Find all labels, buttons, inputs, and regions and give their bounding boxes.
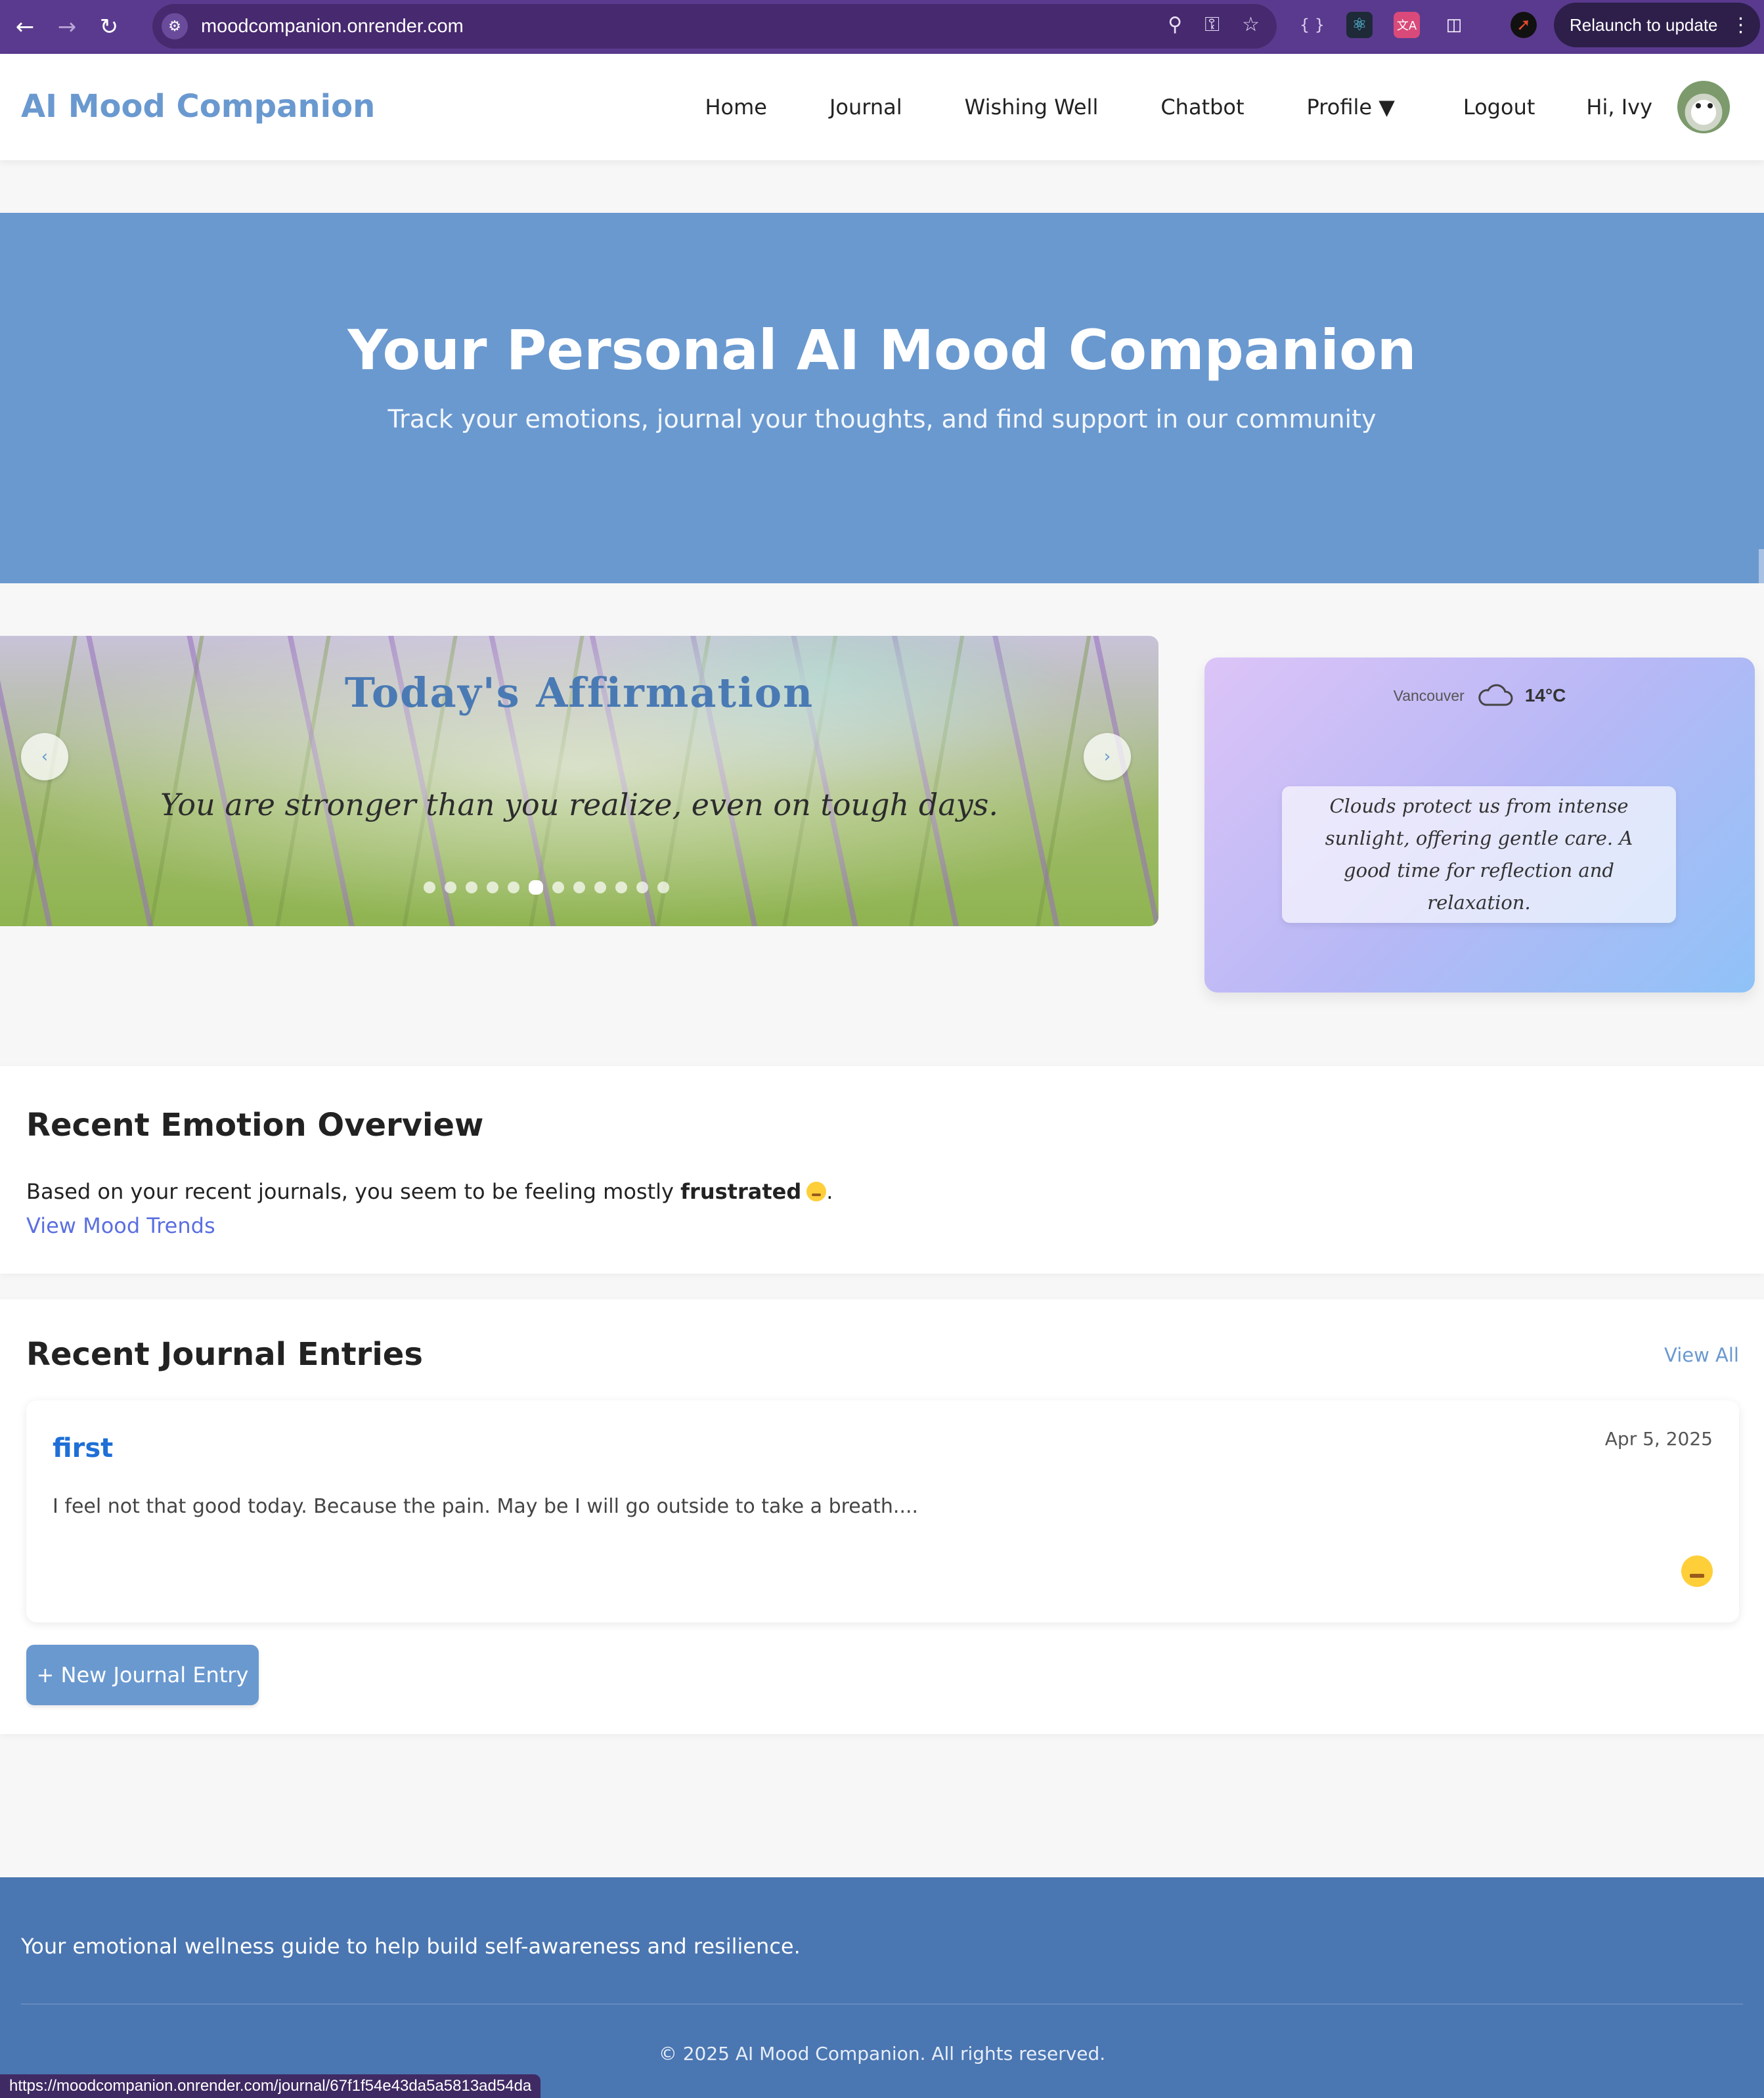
forward-icon[interactable]: → — [50, 10, 84, 44]
carousel-dot[interactable] — [594, 882, 606, 893]
emotion-overview-section: Recent Emotion Overview Based on your re… — [0, 1066, 1764, 1274]
carousel-dots — [0, 880, 1158, 895]
carousel-dot[interactable] — [508, 882, 519, 893]
translate-extension-icon[interactable]: 文A — [1394, 12, 1420, 38]
nav-chatbot[interactable]: Chatbot — [1160, 95, 1244, 120]
nav-wishing-well[interactable]: Wishing Well — [965, 95, 1099, 120]
avatar-eye-right — [1708, 103, 1713, 108]
view-mood-trends-link[interactable]: View Mood Trends — [26, 1213, 215, 1238]
reload-icon[interactable]: ↻ — [92, 10, 126, 44]
carousel-dot[interactable] — [552, 882, 564, 893]
footer-tagline: Your emotional wellness guide to help bu… — [21, 1934, 801, 1959]
carousel-prev-button[interactable]: ‹ — [21, 733, 68, 780]
nav-journal[interactable]: Journal — [829, 95, 902, 120]
link-status-bar: https://moodcompanion.onrender.com/journ… — [0, 2074, 541, 2098]
view-all-link[interactable]: View All — [1664, 1344, 1739, 1366]
back-icon[interactable]: ← — [8, 10, 42, 44]
address-bar[interactable]: ⚙ moodcompanion.onrender.com ⚲ ⚿ ☆ — [152, 4, 1277, 49]
location-icon[interactable]: ⚲ — [1168, 13, 1182, 36]
carousel-next-button[interactable]: › — [1084, 733, 1131, 780]
extensions-puzzle-icon[interactable]: ◫ — [1441, 12, 1467, 38]
carousel-dot[interactable] — [657, 882, 669, 893]
react-devtools-icon[interactable]: ⚛ — [1346, 12, 1373, 38]
scrollbar-thumb[interactable] — [1759, 549, 1764, 583]
carousel-dot[interactable] — [424, 882, 435, 893]
relaunch-button[interactable]: Relaunch to update ⋮ — [1554, 3, 1760, 47]
carousel-dot[interactable] — [487, 882, 498, 893]
weather-header: Vancouver 14°C — [1204, 682, 1755, 709]
weather-message: Clouds protect us from intense sunlight,… — [1282, 786, 1676, 923]
cloud-icon — [1478, 684, 1513, 706]
nav-profile-dropdown[interactable]: Profile ▼ — [1307, 95, 1395, 120]
dominant-emotion: frustrated — [680, 1179, 802, 1204]
avatar-eye-left — [1696, 103, 1701, 108]
weather-card: Vancouver 14°C Clouds protect us from in… — [1204, 658, 1755, 993]
journal-section-title: Recent Journal Entries — [26, 1336, 423, 1373]
affirmation-text: You are stronger than you realize, even … — [160, 787, 998, 822]
nav-links: Home Journal Wishing Well Chatbot Profil… — [705, 54, 1764, 160]
entry-excerpt: I feel not that good today. Because the … — [53, 1495, 919, 1518]
browser-menu-icon[interactable]: ⋮ — [1731, 14, 1751, 37]
address-url[interactable]: moodcompanion.onrender.com — [201, 16, 464, 37]
frustrated-face-icon — [1681, 1555, 1713, 1587]
carousel-dot[interactable] — [445, 882, 456, 893]
json-extension-icon[interactable]: { } — [1299, 12, 1325, 38]
site-footer: Your emotional wellness guide to help bu… — [0, 1877, 1764, 2098]
entry-title[interactable]: first — [53, 1433, 113, 1463]
affirmation-carousel: Today's Affirmation You are stronger tha… — [0, 636, 1158, 926]
hero-subtitle: Track your emotions, journal your though… — [387, 405, 1377, 434]
frustrated-face-icon — [806, 1182, 827, 1201]
weather-temperature: 14°C — [1524, 685, 1566, 705]
emotion-summary-end: . — [826, 1179, 833, 1204]
avatar[interactable] — [1677, 81, 1730, 133]
password-key-icon[interactable]: ⚿ — [1204, 13, 1220, 36]
affirmation-title: Today's Affirmation — [344, 669, 814, 717]
emotion-overview-title: Recent Emotion Overview — [26, 1107, 484, 1144]
carousel-dot[interactable] — [636, 882, 648, 893]
carousel-dot[interactable] — [466, 882, 477, 893]
journal-entry-card[interactable]: first Apr 5, 2025 I feel not that good t… — [26, 1400, 1739, 1622]
journal-entries-section: Recent Journal Entries View All first Ap… — [0, 1299, 1764, 1734]
emotion-summary: Based on your recent journals, you seem … — [26, 1179, 833, 1204]
browser-toolbar: ← → ↻ ⚙ moodcompanion.onrender.com ⚲ ⚿ ☆… — [0, 0, 1764, 54]
footer-copyright: © 2025 AI Mood Companion. All rights res… — [658, 2043, 1106, 2065]
carousel-dot[interactable] — [529, 880, 543, 895]
footer-divider — [21, 2003, 1743, 2005]
relaunch-label: Relaunch to update — [1570, 14, 1718, 35]
profile-extension-icon[interactable]: ➚ — [1510, 12, 1537, 38]
nav-logout[interactable]: Logout — [1463, 95, 1535, 120]
emotion-summary-lead: Based on your recent journals, you seem … — [26, 1179, 681, 1204]
bookmark-star-icon[interactable]: ☆ — [1242, 13, 1260, 36]
new-journal-entry-button[interactable]: + New Journal Entry — [26, 1645, 259, 1705]
site-info-icon[interactable]: ⚙ — [162, 13, 188, 39]
nav-home[interactable]: Home — [705, 95, 767, 120]
brand-logo[interactable]: AI Mood Companion — [21, 88, 375, 125]
carousel-dot[interactable] — [573, 882, 585, 893]
carousel-dot[interactable] — [615, 882, 627, 893]
user-greeting: Hi, Ivy — [1586, 95, 1652, 120]
weather-city: Vancouver — [1393, 686, 1465, 704]
hero-banner: Your Personal AI Mood Companion Track yo… — [0, 213, 1764, 583]
hero-title: Your Personal AI Mood Companion — [347, 318, 1417, 382]
entry-date: Apr 5, 2025 — [1604, 1428, 1713, 1450]
site-navbar: AI Mood Companion Home Journal Wishing W… — [0, 54, 1764, 160]
